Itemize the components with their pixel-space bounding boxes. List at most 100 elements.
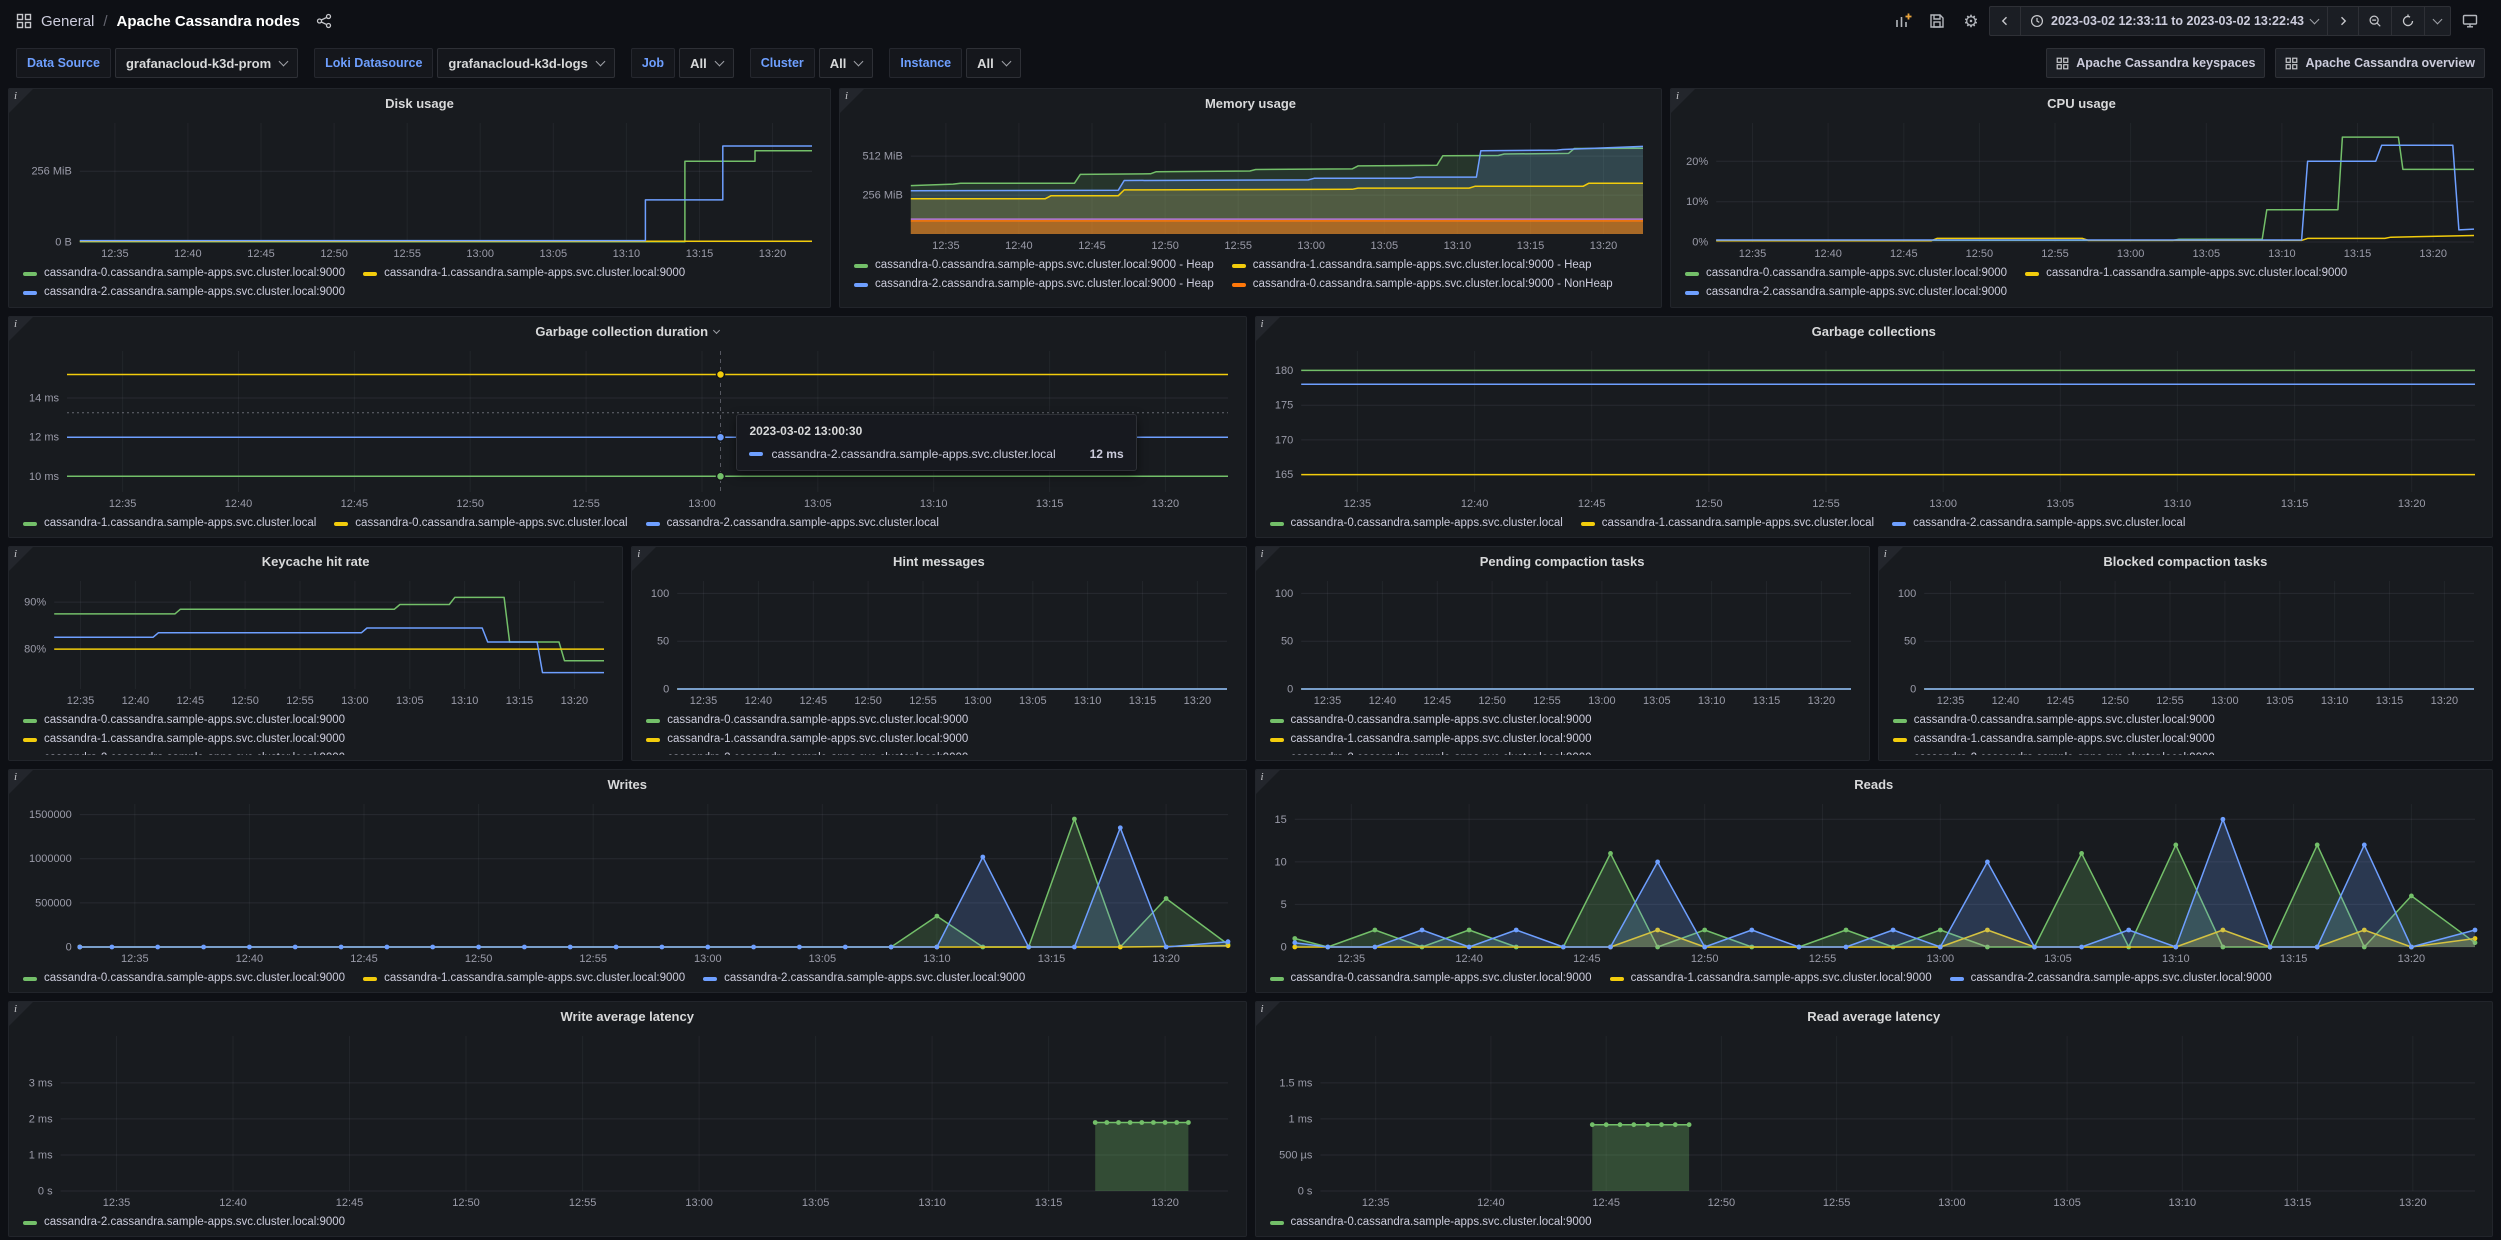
legend-item[interactable]: cassandra-0.cassandra.sample-apps.svc.cl… — [23, 969, 345, 987]
legend-item[interactable]: cassandra-1.cassandra.sample-apps.svc.cl… — [363, 969, 685, 987]
chart-canvas[interactable]: 12:35 12:40 12:45 12:50 12:55 13:00 13:05 13:10… — [19, 796, 1236, 967]
refresh-interval-dropdown[interactable] — [2424, 6, 2451, 36]
dashboard-settings-button[interactable]: ⚙ — [1956, 6, 1986, 36]
legend-item[interactable]: cassandra-0.cassandra.sample-apps.svc.cl… — [334, 514, 628, 532]
chart-canvas[interactable]: 12:35 12:40 12:45 12:50 12:55 13:00 13:05 13:10… — [19, 343, 1236, 512]
panel-title[interactable]: Garbage collections — [1266, 320, 2483, 343]
svg-text:12:45: 12:45 — [177, 695, 205, 707]
legend-item[interactable]: cassandra-1.cassandra.sample-apps.svc.cl… — [363, 264, 685, 283]
time-range-back-button[interactable] — [1989, 6, 2022, 36]
panel-info-icon[interactable] — [1255, 547, 1280, 571]
legend-item[interactable]: cassandra-2.cassandra.sample-apps.svc.cl… — [646, 749, 1233, 755]
legend-item[interactable]: cassandra-1.cassandra.sample-apps.svc.cl… — [646, 730, 1233, 749]
legend-item[interactable]: cassandra-0.cassandra.sample-apps.svc.cl… — [854, 256, 1214, 275]
legend-item[interactable]: cassandra-2.cassandra.sample-apps.svc.cl… — [1270, 749, 1857, 755]
panel-info-icon[interactable] — [840, 89, 864, 113]
time-range-picker[interactable]: 2023-03-02 12:33:11 to 2023-03-02 13:22:… — [2020, 6, 2328, 36]
panel-info-icon[interactable] — [1878, 547, 1903, 571]
chart-canvas[interactable]: 12:35 12:40 12:45 12:50 12:55 13:00 13:05 13:10… — [1681, 115, 2482, 262]
variable-value-dropdown[interactable]: All — [679, 48, 734, 78]
legend-item[interactable]: cassandra-2.cassandra.sample-apps.svc.cl… — [1685, 283, 2007, 302]
panel-title[interactable]: Reads — [1266, 773, 2483, 796]
dashboard-link-keyspaces[interactable]: Apache Cassandra keyspaces — [2046, 48, 2266, 78]
panel-cpu-usage: CPU usage 12:35 12:40 12:45 12:50 12:55 13:00… — [1670, 88, 2493, 308]
legend-item[interactable]: cassandra-0.cassandra.sample-apps.svc.cl… — [1269, 1213, 1592, 1231]
legend-item[interactable]: cassandra-0.cassandra.sample-apps.svc.cl… — [1892, 711, 2480, 730]
chart-canvas[interactable]: 12:35 12:40 12:45 12:50 12:55 13:00 13:05 13:10… — [19, 573, 612, 709]
variable-value-dropdown[interactable]: grafanacloud-k3d-logs — [437, 48, 615, 78]
panel-title[interactable]: Hint messages — [642, 550, 1235, 573]
legend-item[interactable]: cassandra-0.cassandra.sample-apps.svc.cl… — [1269, 514, 1563, 532]
panel-info-icon[interactable] — [1255, 770, 1280, 794]
chart-canvas[interactable]: 12:35 12:40 12:45 12:50 12:55 13:00 13:05 13:10… — [1266, 343, 2483, 512]
legend-item[interactable]: cassandra-0.cassandra.sample-apps.svc.cl… — [1269, 711, 1857, 730]
legend-item[interactable]: cassandra-2.cassandra.sample-apps.svc.cl… — [23, 1213, 345, 1231]
legend-item[interactable]: cassandra-1.cassandra.sample-apps.svc.cl… — [1231, 256, 1592, 275]
panel-info-icon[interactable] — [9, 89, 33, 113]
legend-label: cassandra-0.cassandra.sample-apps.svc.cl… — [1290, 714, 1592, 726]
breadcrumb-folder[interactable]: General — [41, 13, 94, 30]
panel-title[interactable]: Garbage collection duration — [19, 320, 1236, 343]
chart-canvas[interactable]: 12:35 12:40 12:45 12:50 12:55 13:00 13:05 13:10… — [1266, 573, 1859, 709]
chart-canvas[interactable]: 12:35 12:40 12:45 12:50 12:55 13:00 13:05 13:10… — [19, 1028, 1236, 1211]
chart-canvas[interactable]: 12:35 12:40 12:45 12:50 12:55 13:00 13:05 13:10… — [1266, 1028, 2483, 1211]
panel-title[interactable]: Read average latency — [1266, 1005, 2483, 1028]
legend-swatch — [646, 737, 661, 742]
legend-item[interactable]: cassandra-1.cassandra.sample-apps.svc.cl… — [1892, 730, 2480, 749]
variable-value-dropdown[interactable]: grafanacloud-k3d-prom — [114, 48, 299, 78]
panel-info-icon[interactable] — [9, 547, 33, 571]
dashboard-link-overview[interactable]: Apache Cassandra overview — [2275, 48, 2485, 78]
legend-item[interactable]: cassandra-0.cassandra.sample-apps.svc.cl… — [1231, 275, 1613, 294]
tv-mode-button[interactable] — [2455, 6, 2485, 36]
svg-text:13:10: 13:10 — [923, 953, 951, 965]
svg-text:12:50: 12:50 — [465, 953, 493, 965]
save-dashboard-button[interactable] — [1922, 6, 1952, 36]
panel-info-icon[interactable] — [632, 547, 657, 571]
panel-title[interactable]: Memory usage — [850, 92, 1651, 115]
panel-title[interactable]: Keycache hit rate — [19, 550, 612, 573]
chart-canvas[interactable]: 12:35 12:40 12:45 12:50 12:55 13:00 13:05 13:10… — [1889, 573, 2482, 709]
panel-title[interactable]: Write average latency — [19, 1005, 1236, 1028]
legend-item[interactable]: cassandra-0.cassandra.sample-apps.svc.cl… — [1685, 264, 2007, 283]
panel-title[interactable]: CPU usage — [1681, 92, 2482, 115]
chart-canvas[interactable]: 12:35 12:40 12:45 12:50 12:55 13:00 13:05 13:10… — [850, 115, 1651, 254]
legend-item[interactable]: cassandra-0.cassandra.sample-apps.svc.cl… — [23, 264, 345, 283]
variable-value-dropdown[interactable]: All — [818, 48, 874, 78]
variable-value-dropdown[interactable]: All — [966, 48, 1021, 78]
panel-title[interactable]: Disk usage — [19, 92, 820, 115]
legend-item[interactable]: cassandra-1.cassandra.sample-apps.svc.cl… — [1580, 514, 1874, 532]
legend-item[interactable]: cassandra-1.cassandra.sample-apps.svc.cl… — [23, 730, 610, 749]
panel-info-icon[interactable] — [9, 1002, 33, 1026]
legend-item[interactable]: cassandra-2.cassandra.sample-apps.svc.cl… — [23, 749, 610, 755]
panel-info-icon[interactable] — [9, 770, 33, 794]
add-panel-button[interactable] — [1888, 6, 1918, 36]
legend-item[interactable]: cassandra-2.cassandra.sample-apps.svc.cl… — [703, 969, 1025, 987]
panel-title[interactable]: Pending compaction tasks — [1266, 550, 1859, 573]
zoom-out-button[interactable] — [2358, 6, 2392, 36]
panel-info-icon[interactable] — [1671, 89, 1695, 113]
legend-item[interactable]: cassandra-1.cassandra.sample-apps.svc.cl… — [1609, 969, 1932, 987]
panel-title[interactable]: Writes — [19, 773, 1236, 796]
panel-info-icon[interactable] — [9, 317, 33, 341]
legend-item[interactable]: cassandra-2.cassandra.sample-apps.svc.cl… — [1892, 514, 2185, 532]
legend-item[interactable]: cassandra-0.cassandra.sample-apps.svc.cl… — [1269, 969, 1592, 987]
legend-item[interactable]: cassandra-2.cassandra.sample-apps.svc.cl… — [645, 514, 939, 532]
chart-canvas[interactable]: 12:35 12:40 12:45 12:50 12:55 13:00 13:05 13:10… — [1266, 796, 2483, 967]
chart-canvas[interactable]: 12:35 12:40 12:45 12:50 12:55 13:00 13:05 13:10… — [19, 115, 820, 262]
legend-item[interactable]: cassandra-1.cassandra.sample-apps.svc.cl… — [1269, 730, 1857, 749]
share-button[interactable] — [309, 6, 339, 36]
legend-item[interactable]: cassandra-2.cassandra.sample-apps.svc.cl… — [1893, 749, 2480, 755]
panel-title[interactable]: Blocked compaction tasks — [1889, 550, 2482, 573]
legend-item[interactable]: cassandra-0.cassandra.sample-apps.svc.cl… — [23, 711, 610, 730]
legend-item[interactable]: cassandra-1.cassandra.sample-apps.svc.cl… — [2025, 264, 2347, 283]
chart-canvas[interactable]: 12:35 12:40 12:45 12:50 12:55 13:00 13:05 13:10… — [642, 573, 1235, 709]
refresh-button[interactable] — [2391, 6, 2425, 36]
panel-info-icon[interactable] — [1255, 317, 1280, 341]
legend-item[interactable]: cassandra-2.cassandra.sample-apps.svc.cl… — [854, 275, 1214, 294]
panel-info-icon[interactable] — [1255, 1002, 1280, 1026]
legend-item[interactable]: cassandra-2.cassandra.sample-apps.svc.cl… — [1949, 969, 2272, 987]
legend-item[interactable]: cassandra-0.cassandra.sample-apps.svc.cl… — [646, 711, 1233, 730]
time-range-forward-button[interactable] — [2327, 6, 2359, 36]
legend-item[interactable]: cassandra-1.cassandra.sample-apps.svc.cl… — [23, 514, 316, 532]
legend-item[interactable]: cassandra-2.cassandra.sample-apps.svc.cl… — [23, 283, 345, 302]
